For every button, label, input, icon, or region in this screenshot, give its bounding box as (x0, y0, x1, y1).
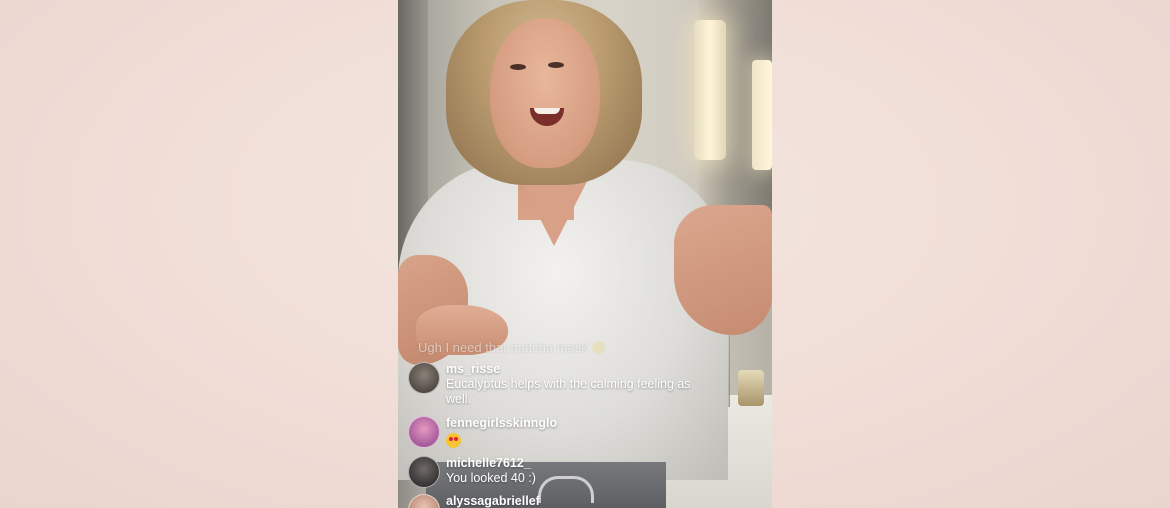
person-eye-left (510, 64, 526, 70)
comment-item[interactable]: fennegirlsskinnglo (408, 416, 557, 452)
wall-sconce-light-reflection (752, 60, 772, 170)
wall-sconce-light (694, 20, 726, 160)
comment-username[interactable]: alyssagabriellef (446, 494, 540, 508)
heart-eyes-emoji-icon (446, 433, 461, 448)
faded-comment: Ugh I need that matcha mask (418, 340, 605, 355)
avatar[interactable] (408, 494, 440, 508)
comment-item[interactable]: ms_risse Eucalyptus helps with the calmi… (408, 362, 706, 407)
emoji-icon (591, 341, 605, 354)
comment-username[interactable]: fennegirlsskinnglo (446, 416, 557, 431)
comment-item[interactable]: michelle7612_ You looked 40 :) (408, 456, 536, 488)
avatar[interactable] (408, 456, 440, 488)
person-arm-right (674, 205, 772, 335)
person-teeth (534, 108, 560, 114)
person-eye-right (548, 62, 564, 68)
comment-item[interactable]: alyssagabriellef (408, 494, 540, 508)
comment-username[interactable]: michelle7612_ (446, 456, 536, 471)
person-face (490, 18, 600, 168)
pants-drawstring (538, 476, 594, 503)
avatar[interactable] (408, 362, 440, 394)
faded-comment-text: Ugh I need that matcha mask (418, 340, 588, 355)
comment-text: You looked 40 :) (446, 471, 536, 485)
candle-jar (738, 370, 764, 406)
avatar[interactable] (408, 416, 440, 448)
comment-username[interactable]: ms_risse (446, 362, 706, 377)
comment-text: Eucalyptus helps with the calming feelin… (446, 377, 691, 406)
